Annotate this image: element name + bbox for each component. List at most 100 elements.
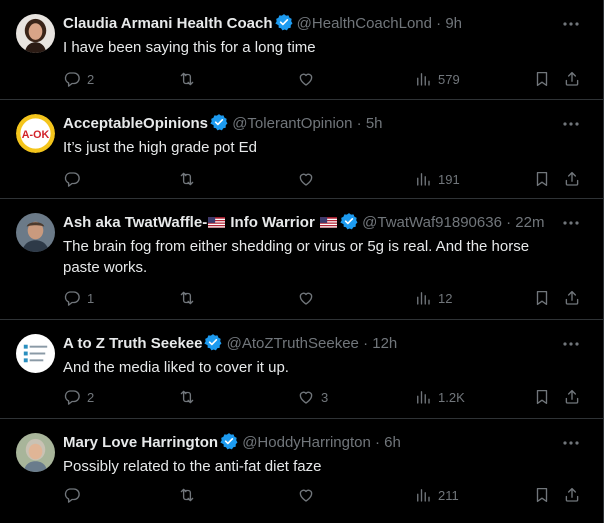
us-flag-icon [320, 217, 337, 228]
author-handle[interactable]: @TwatWaf91890636 [362, 214, 502, 231]
man-portrait-avatar [16, 213, 55, 252]
share-button[interactable] [563, 69, 581, 89]
share-icon [563, 170, 581, 188]
reply-icon [63, 486, 81, 504]
avatar[interactable] [16, 14, 55, 53]
verified-badge-icon [210, 113, 228, 131]
timestamp[interactable]: 12h [372, 335, 397, 352]
tweet-header: Ash aka TwatWaffle- Info Warrior @TwatWa… [63, 212, 555, 234]
timestamp[interactable]: 5h [366, 115, 383, 132]
author-name[interactable]: AcceptableOpinions [63, 115, 208, 132]
verified-badge-icon [204, 333, 222, 351]
woman-portrait-avatar [16, 14, 55, 53]
share-button[interactable] [563, 485, 581, 505]
tweet[interactable]: Mary Love Harrington @HoddyHarrington · … [0, 419, 603, 523]
verified-badge-icon [340, 212, 358, 230]
author-handle[interactable]: @HoddyHarrington [242, 434, 371, 451]
bookmark-icon [533, 70, 551, 88]
avatar[interactable]: A-OK [16, 114, 55, 153]
author-name[interactable]: Ash aka TwatWaffle- Info Warrior [63, 214, 338, 231]
tweet-header: Mary Love Harrington @HoddyHarrington · … [63, 432, 555, 454]
like-button[interactable] [297, 169, 321, 189]
action-bar: 2 579 [0, 69, 603, 89]
like-button[interactable] [297, 288, 321, 308]
reply-icon [63, 70, 81, 88]
views-button[interactable]: 191 [414, 169, 460, 189]
views-button[interactable]: 211 [414, 485, 459, 505]
separator: · [363, 335, 369, 352]
like-button[interactable] [297, 69, 321, 89]
avatar[interactable] [16, 334, 55, 373]
author-name[interactable]: Mary Love Harrington [63, 434, 218, 451]
retweet-icon [178, 70, 196, 88]
a-ok-logo-avatar: A-OK [16, 114, 55, 153]
retweet-icon [178, 486, 196, 504]
share-button[interactable] [563, 169, 581, 189]
verified-badge-icon [220, 432, 238, 450]
tweet-text: I have been saying this for a long time [63, 39, 316, 56]
avatar[interactable] [16, 433, 55, 472]
reply-button[interactable]: 2 [63, 387, 94, 407]
like-button[interactable] [297, 485, 321, 505]
bookmark-button[interactable] [533, 288, 551, 308]
retweet-button[interactable] [178, 169, 202, 189]
bookmark-icon [533, 289, 551, 307]
share-icon [563, 486, 581, 504]
reply-button[interactable]: 2 [63, 69, 94, 89]
bookmark-button[interactable] [533, 485, 551, 505]
views-button[interactable]: 12 [414, 288, 452, 308]
bookmark-button[interactable] [533, 387, 551, 407]
tweet[interactable]: Claudia Armani Health Coach @HealthCoach… [0, 0, 603, 100]
tweet-feed: Claudia Armani Health Coach @HealthCoach… [0, 0, 604, 523]
share-button[interactable] [563, 387, 581, 407]
reply-button[interactable] [63, 169, 87, 189]
tweet-text: It’s just the high grade pot Ed [63, 139, 258, 156]
author-handle[interactable]: @TolerantOpinion [232, 115, 352, 132]
tweet-header: AcceptableOpinions @TolerantOpinion · 5h [63, 113, 555, 135]
bookmark-icon [533, 170, 551, 188]
views-button[interactable]: 1.2K [414, 387, 465, 407]
tweet[interactable]: A-OK AcceptableOpinions @TolerantOpinion… [0, 100, 603, 199]
author-name[interactable]: A to Z Truth Seekee [63, 335, 202, 352]
tweet[interactable]: A to Z Truth Seekee @AtoZTruthSeekee · 1… [0, 320, 603, 419]
more-options-icon[interactable] [561, 433, 581, 453]
heart-icon [297, 486, 315, 504]
bookmark-button[interactable] [533, 69, 551, 89]
author-name[interactable]: Claudia Armani Health Coach [63, 15, 273, 32]
reply-count: 1 [87, 290, 95, 306]
separator: · [356, 115, 362, 132]
retweet-button[interactable] [178, 485, 202, 505]
tweet[interactable]: Ash aka TwatWaffle- Info Warrior @TwatWa… [0, 199, 603, 320]
more-options-icon[interactable] [561, 114, 581, 134]
heart-icon [297, 388, 315, 406]
more-options-icon[interactable] [561, 213, 581, 233]
views-button[interactable]: 579 [414, 69, 460, 89]
separator: · [506, 214, 512, 231]
timestamp[interactable]: 22m [515, 214, 544, 231]
action-bar: 2 3 1.2K [0, 387, 603, 407]
us-flag-icon [208, 217, 225, 228]
more-options-icon[interactable] [561, 334, 581, 354]
reply-button[interactable] [63, 485, 87, 505]
bookmark-button[interactable] [533, 169, 551, 189]
reply-button[interactable]: 1 [63, 288, 94, 308]
share-button[interactable] [563, 288, 581, 308]
more-options-icon[interactable] [561, 14, 581, 34]
author-handle[interactable]: @HealthCoachLond [297, 15, 432, 32]
heart-icon [297, 70, 315, 88]
separator: · [375, 434, 380, 451]
author-handle[interactable]: @AtoZTruthSeekee [227, 335, 359, 352]
retweet-button[interactable] [178, 288, 202, 308]
tweet-header: Claudia Armani Health Coach @HealthCoach… [63, 13, 555, 35]
retweet-button[interactable] [178, 69, 202, 89]
bar-chart-icon [414, 486, 432, 504]
timestamp[interactable]: 9h [445, 15, 462, 32]
avatar[interactable] [16, 213, 55, 252]
retweet-button[interactable] [178, 387, 202, 407]
avatar-logo-text: A-OK [22, 129, 50, 141]
bookmark-icon [533, 486, 551, 504]
timestamp[interactable]: 6h [384, 434, 401, 451]
reply-icon [63, 170, 81, 188]
reply-icon [63, 289, 81, 307]
like-button[interactable]: 3 [297, 387, 328, 407]
